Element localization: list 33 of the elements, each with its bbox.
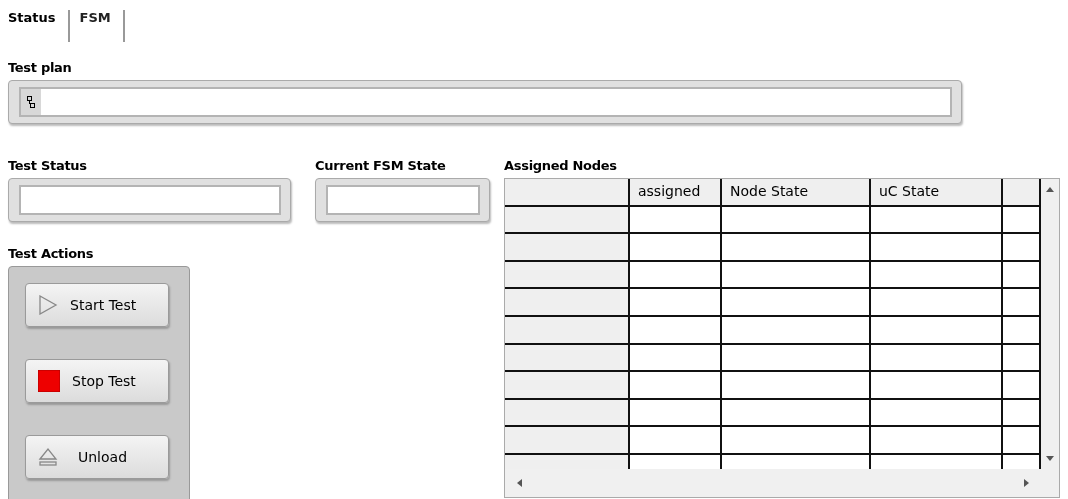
column-header: uC State xyxy=(871,179,1003,207)
field-label: Test plan xyxy=(8,60,73,76)
table-cell xyxy=(1003,427,1041,455)
table-cell xyxy=(1003,289,1041,317)
scroll-right-icon[interactable] xyxy=(1024,479,1029,487)
scroll-left-icon[interactable] xyxy=(517,479,522,487)
unload-button[interactable]: Unload xyxy=(25,435,169,479)
stop-icon xyxy=(38,370,60,392)
column-header: Node State xyxy=(722,179,871,207)
path-icon xyxy=(27,96,35,108)
field-label: Test Status xyxy=(8,158,88,174)
test-plan-field[interactable] xyxy=(8,80,962,124)
stop-button[interactable]: Stop Test xyxy=(25,359,169,403)
field-label: Current FSM State xyxy=(315,158,447,174)
table-cell xyxy=(1003,261,1041,290)
scroll-down-icon[interactable] xyxy=(1046,456,1054,461)
fsm-state-field[interactable] xyxy=(315,178,490,222)
table-label: Assigned Nodes xyxy=(504,158,618,174)
panel-label: Test Actions xyxy=(8,246,95,262)
eject-icon xyxy=(38,447,58,467)
start-button[interactable]: Start Test xyxy=(25,283,169,327)
column-header: assigned xyxy=(630,179,722,207)
tab[interactable]: FSM xyxy=(69,10,123,26)
tab[interactable]: Status xyxy=(8,10,68,26)
play-icon xyxy=(38,295,58,315)
table-cell xyxy=(1003,399,1041,428)
table-cell xyxy=(1003,372,1041,400)
test-status-field[interactable] xyxy=(8,178,291,222)
table-cell xyxy=(1003,206,1041,235)
table-cell xyxy=(1003,344,1041,373)
table-cell xyxy=(1003,234,1041,262)
table-cell xyxy=(1003,316,1041,345)
scroll-up-icon[interactable] xyxy=(1046,187,1054,192)
